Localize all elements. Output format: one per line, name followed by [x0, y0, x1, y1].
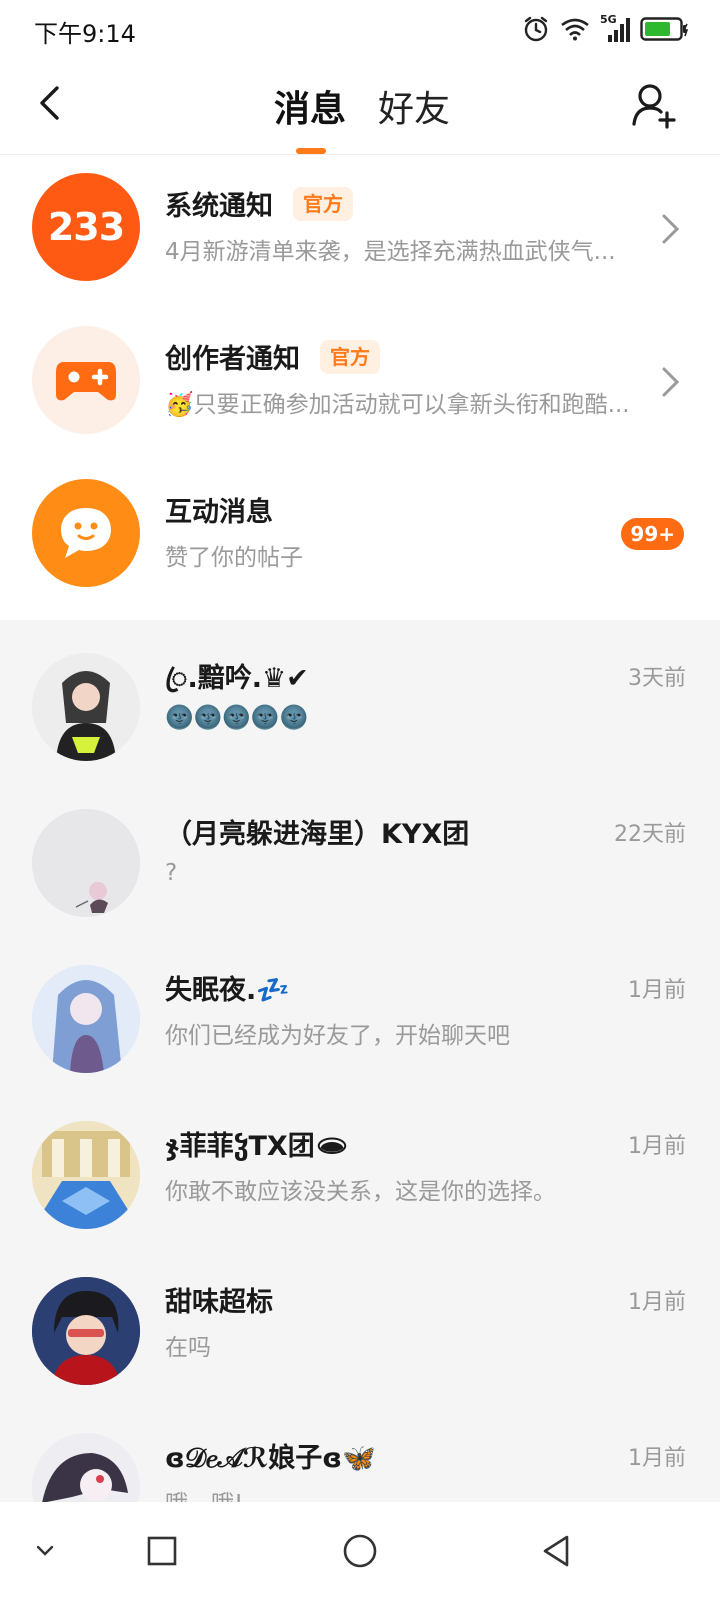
avatar [32, 809, 140, 917]
chat-row[interactable]: ꦿ.黯吟.♛✔ 🌚🌚🌚🌚🌚 3天前 [0, 630, 720, 786]
back-button[interactable] [24, 78, 74, 128]
system-nav-bar [0, 1502, 720, 1600]
chat-time: 1月前 [628, 1290, 686, 1315]
chevron-right-icon [662, 367, 680, 397]
chat-preview: 哦，哦! [165, 1484, 243, 1502]
signal-icon: 5G [600, 13, 630, 43]
chat-time: 1月前 [628, 978, 686, 1003]
chat-name: 甜味超标 [165, 1287, 273, 1318]
chat-row[interactable]: ჯ菲菲ჴTX团🕳 你敢不敢应该没关系，这是你的选择。 1月前 [0, 1098, 720, 1254]
creator-notice-preview: 🥳只要正确参加活动就可以拿新头衔和跑酷... [165, 392, 630, 418]
chat-name: ჯ菲菲ჴTX团🕳 [165, 1131, 350, 1162]
top-header: 消息 好友 [0, 58, 720, 155]
system-notice-title: 系统通知 [165, 191, 273, 222]
gamepad-icon [56, 362, 116, 401]
collapse-button[interactable] [20, 1526, 70, 1576]
chat-row[interactable]: （月亮躲进海里）KYX团 ? 22天前 [0, 786, 720, 942]
official-badge: 官方 [320, 339, 380, 374]
interaction-row[interactable]: 互动消息 赞了你的帖子 99+ [0, 456, 720, 612]
chevron-right-icon [662, 214, 680, 244]
chat-preview: 你敢不敢应该没关系，这是你的选择。 [165, 1179, 556, 1205]
chat-time: 1月前 [628, 1446, 686, 1471]
system-notice-preview: 4月新游清单来袭，是选择充满热血武侠气... [165, 239, 616, 265]
status-icons: 5G [522, 13, 690, 44]
tab-messages[interactable]: 消息 [274, 80, 346, 132]
back-triangle-icon [543, 1535, 569, 1567]
chat-bubble-icon [61, 508, 111, 558]
tab-friends[interactable]: 好友 [378, 80, 450, 132]
chat-list: ꦿ.黯吟.♛✔ 🌚🌚🌚🌚🌚 3天前 （月亮躲进海里）KYX团 ? 22天前 失眠… [0, 620, 720, 1502]
back-arrow-icon [40, 86, 59, 120]
wifi-icon [561, 18, 589, 41]
chat-preview: 在吗 [165, 1335, 211, 1361]
interaction-title: 互动消息 [165, 497, 273, 528]
alarm-icon [524, 16, 548, 42]
status-bar: 下午9:14 5G [0, 0, 720, 58]
chat-preview: ? [165, 860, 178, 886]
avatar [32, 1277, 140, 1385]
add-friend-button[interactable] [630, 80, 680, 130]
chat-name: ɞ𝒟𝑒𝒜ℛ娘子ɞ🦋 [165, 1443, 376, 1474]
home-circle-icon [343, 1534, 377, 1568]
creator-notice-title: 创作者通知 [165, 344, 300, 375]
row-title: 系统通知 官方 [165, 184, 353, 223]
unread-count-badge: 99+ [621, 518, 684, 550]
add-user-icon [632, 84, 676, 129]
interaction-preview: 赞了你的帖子 [165, 545, 303, 571]
chat-preview: 🌚🌚🌚🌚🌚 [165, 705, 309, 731]
chat-row[interactable]: ɞ𝒟𝑒𝒜ℛ娘子ɞ🦋 哦，哦! 1月前 [0, 1410, 720, 1502]
status-time: 下午9:14 [34, 20, 136, 48]
avatar [32, 965, 140, 1073]
chat-row[interactable]: 失眠夜.💤 你们已经成为好友了，开始聊天吧 1月前 [0, 942, 720, 1098]
chat-name: （月亮躲进海里）KYX团 [165, 819, 470, 850]
avatar [32, 1433, 140, 1502]
avatar [32, 1121, 140, 1229]
recents-button[interactable] [137, 1526, 187, 1576]
system-back-button[interactable] [531, 1526, 581, 1576]
system-notice-row[interactable]: 233 系统通知 官方 4月新游清单来袭，是选择充满热血武侠气... [0, 150, 720, 306]
avatar-233-logo: 233 [47, 205, 125, 249]
chat-time: 22天前 [614, 822, 686, 847]
chat-name: 失眠夜.💤 [165, 975, 290, 1006]
creator-avatar [32, 326, 140, 434]
chat-time: 1月前 [628, 1134, 686, 1159]
recents-square-icon [147, 1536, 177, 1566]
battery-icon [640, 17, 689, 41]
system-avatar: 233 [32, 173, 140, 281]
chat-row[interactable]: 甜味超标 在吗 1月前 [0, 1254, 720, 1410]
home-button[interactable] [335, 1526, 385, 1576]
official-badge: 官方 [293, 186, 353, 221]
interaction-avatar [32, 479, 140, 587]
chat-preview: 你们已经成为好友了，开始聊天吧 [165, 1023, 510, 1049]
row-title: 创作者通知 官方 [165, 337, 380, 376]
creator-notice-row[interactable]: 创作者通知 官方 🥳只要正确参加活动就可以拿新头衔和跑酷... [0, 303, 720, 459]
chevron-down-icon [36, 1545, 54, 1556]
chat-time: 3天前 [628, 666, 686, 691]
avatar [32, 653, 140, 761]
